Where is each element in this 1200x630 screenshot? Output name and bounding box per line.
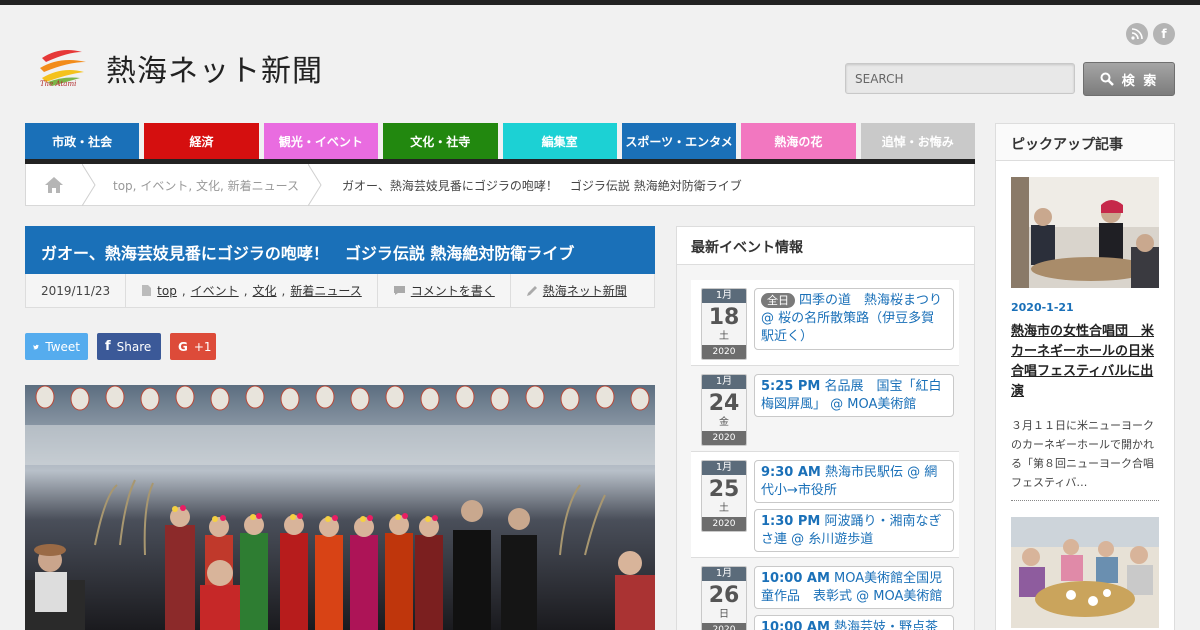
event-time: 9:30 AM (761, 465, 821, 480)
event-time: 1:30 PM (761, 514, 821, 529)
search-button-label: 検 索 (1121, 73, 1159, 89)
comment-link[interactable]: コメントを書く (411, 282, 495, 299)
category-link-culture[interactable]: 文化 (253, 282, 277, 299)
calendar-badge: 1月 26 日 2020 (701, 566, 747, 630)
event-day: 1月 24 金 2020 5:25 PM 名品展 国宝「紅白梅図屏風」 @ MO… (691, 366, 959, 452)
author-link[interactable]: 熱海ネット新聞 (543, 282, 627, 299)
event-item[interactable]: 10:00 AM 熱海芸妓・野点茶会 (754, 615, 954, 630)
category-link-news[interactable]: 新着ニュース (290, 282, 361, 299)
nav-item-sports[interactable]: スポーツ・エンタメ (621, 123, 737, 159)
rss-icon[interactable] (1126, 23, 1148, 45)
events-heading: 最新イベント情報 (677, 227, 974, 265)
event-item[interactable]: 10:00 AM MOA美術館全国児童作品 表彰式 @ MOA美術館 (754, 566, 954, 609)
tweet-label: Tweet (45, 339, 80, 354)
calendar-day: 24 (708, 391, 740, 416)
breadcrumb-separator-icon (308, 164, 322, 206)
breadcrumb-link-news[interactable]: 新着ニュース (228, 179, 299, 193)
search-button[interactable]: 検 索 (1083, 62, 1175, 96)
pickup-divider (1011, 500, 1159, 501)
calendar-badge: 1月 24 金 2020 (701, 374, 747, 446)
search-input[interactable] (845, 63, 1075, 94)
gplus-button[interactable]: G +1 (170, 333, 216, 360)
nav-item-obituary[interactable]: 追悼・お悔み (860, 123, 975, 159)
article-meta: 2019/11/23 top, イベント, 文化, 新着ニュース コメントを書く… (25, 274, 655, 308)
event-day: 1月 25 土 2020 9:30 AM 熱海市民駅伝 @ 網代小→市役所 1:… (691, 452, 959, 558)
facebook-share-label: Share (116, 339, 152, 354)
allday-badge: 全日 (761, 293, 795, 308)
calendar-weekday: 金 (719, 417, 729, 428)
breadcrumb-link-top[interactable]: top (113, 179, 133, 193)
pickup-excerpt: ３月１１日に米ニューヨークのカーネギーホールで開かれる「第８回ニューヨーク合唱フ… (1011, 419, 1154, 489)
nav-item-city[interactable]: 市政・社会 (25, 123, 140, 159)
article-photo (25, 385, 655, 630)
logo-subtitle: The Atami (40, 80, 77, 88)
calendar-day: 26 (708, 583, 740, 608)
calendar-weekday: 土 (719, 331, 729, 342)
event-day: 1月 26 日 2020 10:00 AM MOA美術館全国児童作品 表彰式 @… (691, 558, 959, 630)
category-link-top[interactable]: top (157, 284, 177, 298)
nav-item-editorial[interactable]: 編集室 (502, 123, 617, 159)
home-icon[interactable] (44, 176, 64, 194)
calendar-year: 2020 (702, 431, 746, 445)
breadcrumb-link-event[interactable]: イベント (140, 179, 188, 193)
calendar-month: 1月 (702, 567, 746, 581)
calendar-badge: 1月 25 土 2020 (701, 460, 747, 532)
pickup-sidebar: ピックアップ記事 2020-1-21 熱海市の女性合唱団 米カーネギーホールの日… (995, 123, 1175, 630)
breadcrumb-link-culture[interactable]: 文化 (196, 179, 220, 193)
search-icon (1100, 72, 1114, 86)
calendar-day: 25 (708, 477, 740, 502)
calendar-badge: 1月 18 土 2020 (701, 288, 747, 360)
pencil-icon (526, 285, 537, 296)
document-icon (142, 285, 152, 296)
pickup-date: 2020-1-21 (1011, 301, 1074, 314)
nav-item-flowers[interactable]: 熱海の花 (741, 123, 856, 159)
main-nav: 市政・社会 経済 観光・イベント 文化・社寺 編集室 スポーツ・エンタメ 熱海の… (25, 123, 975, 159)
event-item[interactable]: 1:30 PM 阿波踊り・湘南なぎさ連 @ 糸川遊歩道 (754, 509, 954, 552)
nav-item-tourism[interactable]: 観光・イベント (263, 123, 379, 159)
pickup-thumbnail-2[interactable] (1011, 517, 1159, 628)
pickup-heading: ピックアップ記事 (996, 124, 1174, 161)
article-categories: top, イベント, 文化, 新着ニュース (126, 274, 378, 307)
calendar-month: 1月 (702, 289, 746, 303)
top-bar (0, 0, 1200, 5)
article-date: 2019/11/23 (26, 274, 127, 307)
pickup-thumbnail[interactable] (1011, 177, 1159, 288)
gplus-label: +1 (193, 339, 212, 354)
event-day: 1月 18 土 2020 全日 四季の道 熱海桜まつり @ 桜の名所散策路（伊豆多… (691, 280, 959, 366)
author-cell: 熱海ネット新聞 (511, 274, 642, 307)
calendar-weekday: 土 (719, 503, 729, 514)
calendar-month: 1月 (702, 461, 746, 475)
twitter-icon (33, 344, 39, 349)
facebook-icon: f (105, 339, 111, 354)
calendar-weekday: 日 (719, 609, 729, 620)
breadcrumb: top, イベント, 文化, 新着ニュース ガオー、熱海芸妓見番にゴジラの咆哮！… (25, 164, 975, 206)
event-item[interactable]: 9:30 AM 熱海市民駅伝 @ 網代小→市役所 (754, 460, 954, 503)
nav-item-culture[interactable]: 文化・社寺 (383, 123, 498, 159)
event-item[interactable]: 全日 四季の道 熱海桜まつり @ 桜の名所散策路（伊豆多賀駅近く） (754, 288, 954, 350)
pickup-title[interactable]: 熱海市の女性合唱団 米カーネギーホールの日米合唱フェスティバルに出演 (1011, 322, 1161, 402)
calendar-year: 2020 (702, 517, 746, 531)
comment-cell: コメントを書く (378, 274, 511, 307)
facebook-share-button[interactable]: f Share (97, 333, 161, 360)
calendar-year: 2020 (702, 623, 746, 630)
calendar-month: 1月 (702, 375, 746, 389)
event-time: 10:00 AM (761, 571, 830, 586)
article-title: ガオー、熱海芸妓見番にゴジラの咆哮！ ゴジラ伝説 熱海絶対防衛ライブ (25, 226, 655, 274)
nav-item-economy[interactable]: 経済 (144, 123, 259, 159)
event-time: 10:00 AM (761, 620, 830, 630)
comment-icon (393, 286, 405, 295)
facebook-icon[interactable]: f (1153, 23, 1175, 45)
tweet-button[interactable]: Tweet (25, 333, 88, 360)
events-panel: 最新イベント情報 1月 18 土 2020 全日 四季の道 熱海桜まつり @ 桜の… (676, 226, 975, 630)
event-item[interactable]: 5:25 PM 名品展 国宝「紅白梅図屏風」 @ MOA美術館 (754, 374, 954, 417)
breadcrumb-current: ガオー、熱海芸妓見番にゴジラの咆哮！ ゴジラ伝説 熱海絶対防衛ライブ (342, 179, 742, 193)
event-time: 5:25 PM (761, 379, 821, 394)
site-title[interactable]: 熱海ネット新聞 (106, 46, 323, 90)
breadcrumb-separator-icon (82, 164, 96, 206)
category-link-event[interactable]: イベント (191, 282, 239, 299)
calendar-year: 2020 (702, 345, 746, 359)
breadcrumb-categories: top, イベント, 文化, 新着ニュース (113, 179, 300, 193)
calendar-day: 18 (708, 305, 740, 330)
google-plus-icon: G (178, 339, 188, 354)
